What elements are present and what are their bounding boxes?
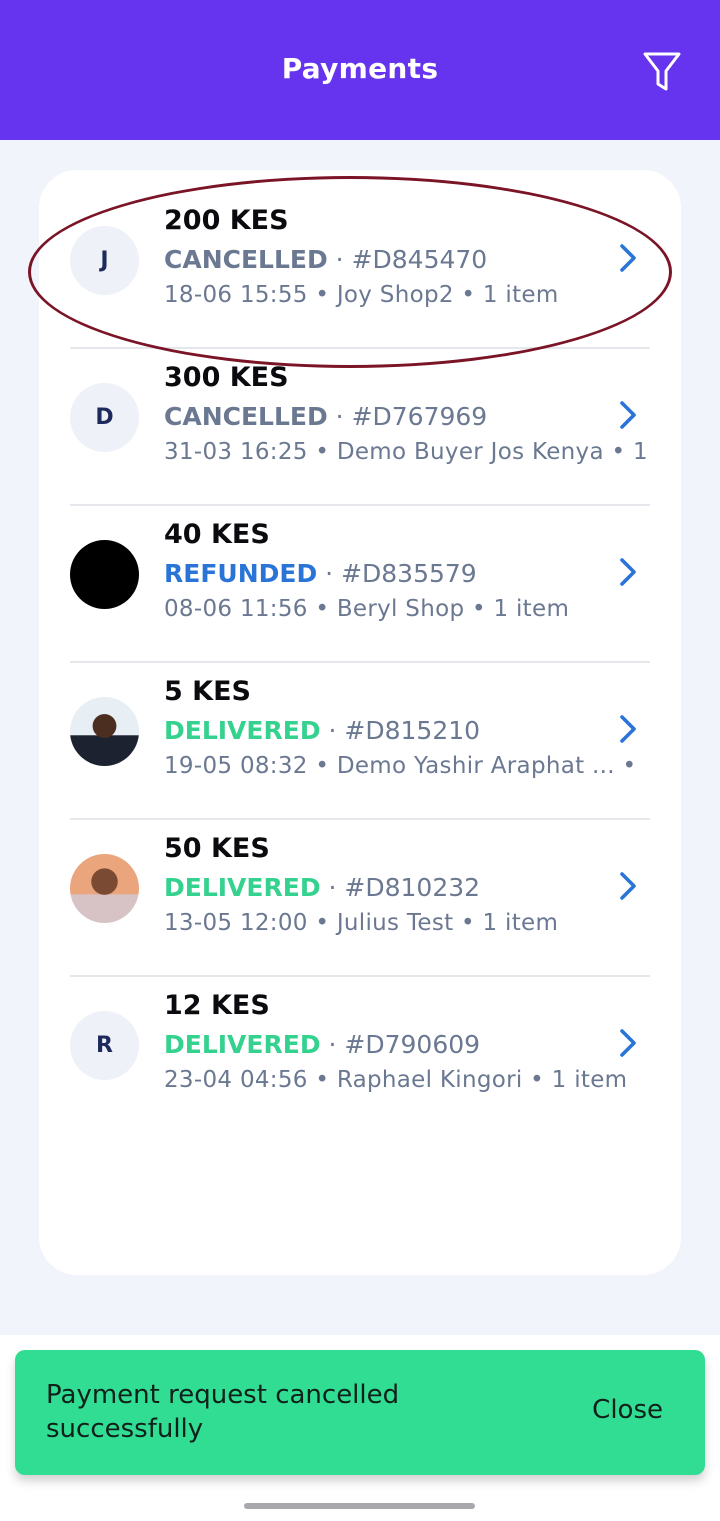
payment-amount: 50 KES: [164, 833, 270, 864]
toast-message: Payment request cancelled successfully: [46, 1380, 400, 1444]
payment-row[interactable]: D 300 KES CANCELLED · #D767969 31-03 16:…: [70, 349, 650, 506]
payment-row[interactable]: R 12 KES DELIVERED · #D790609 23-04 04:5…: [70, 977, 650, 1134]
status-line: DELIVERED · #D790609: [164, 1030, 480, 1059]
separator: ·: [317, 559, 342, 588]
toast-notification: Payment request cancelled successfully C…: [15, 1350, 705, 1475]
order-id: #D767969: [351, 402, 488, 431]
separator: ·: [320, 1030, 345, 1059]
status-badge: DELIVERED: [164, 873, 321, 902]
status-badge: REFUNDED: [164, 559, 318, 588]
order-id: #D835579: [341, 559, 477, 588]
order-id: #D815210: [344, 716, 481, 745]
payment-row[interactable]: 40 KES REFUNDED · #D835579 08-06 11:56 •…: [70, 506, 650, 663]
order-id: #D810232: [344, 873, 481, 902]
avatar: J: [70, 226, 139, 295]
order-id: #D845470: [351, 245, 488, 274]
chevron-right-icon: [620, 715, 636, 743]
status-badge: CANCELLED: [164, 245, 328, 274]
avatar-photo: [70, 854, 139, 923]
filter-icon: [643, 52, 681, 91]
status-line: REFUNDED · #D835579: [164, 559, 477, 588]
avatar: [70, 540, 139, 609]
toast-close-button[interactable]: Close: [592, 1395, 663, 1425]
status-badge: DELIVERED: [164, 716, 321, 745]
payment-row[interactable]: 50 KES DELIVERED · #D810232 13-05 12:00 …: [70, 820, 650, 977]
app-header: Payments: [0, 0, 720, 140]
payment-meta: 13-05 12:00 • Julius Test • 1 item: [164, 910, 559, 936]
order-id: #D790609: [344, 1030, 481, 1059]
home-indicator[interactable]: [244, 1503, 475, 1509]
status-line: DELIVERED · #D815210: [164, 716, 480, 745]
payment-amount: 5 KES: [164, 676, 251, 707]
payment-amount: 12 KES: [164, 990, 270, 1021]
status-line: CANCELLED · #D767969: [164, 402, 487, 431]
separator: ·: [320, 716, 345, 745]
payment-amount: 300 KES: [164, 362, 289, 393]
status-line: DELIVERED · #D810232: [164, 873, 480, 902]
payment-amount: 40 KES: [164, 519, 270, 550]
avatar: R: [70, 1011, 139, 1080]
page-title: Payments: [281, 52, 439, 85]
payment-meta: 08-06 11:56 • Beryl Shop • 1 item: [164, 596, 570, 622]
separator: ·: [327, 245, 352, 274]
filter-button[interactable]: [636, 46, 688, 98]
separator: ·: [327, 402, 352, 431]
chevron-right-icon: [620, 1029, 636, 1057]
status-badge: DELIVERED: [164, 1030, 321, 1059]
separator: ·: [320, 873, 345, 902]
status-badge: CANCELLED: [164, 402, 328, 431]
payment-row[interactable]: J 200 KES CANCELLED · #D845470 18-06 15:…: [70, 192, 650, 349]
payment-meta: 19-05 08:32 • Demo Yashir Araphat ... •: [164, 753, 637, 779]
status-line: CANCELLED · #D845470: [164, 245, 487, 274]
chevron-right-icon: [620, 244, 636, 272]
avatar: D: [70, 383, 139, 452]
payment-meta: 23-04 04:56 • Raphael Kingori • 1 item: [164, 1067, 628, 1093]
chevron-right-icon: [620, 401, 636, 429]
avatar-photo: [70, 697, 139, 766]
payment-row[interactable]: 5 KES DELIVERED · #D815210 19-05 08:32 •…: [70, 663, 650, 820]
payment-meta: 31-03 16:25 • Demo Buyer Jos Kenya • 1: [164, 439, 648, 465]
chevron-right-icon: [620, 872, 636, 900]
payment-meta: 18-06 15:55 • Joy Shop2 • 1 item: [164, 282, 559, 308]
chevron-right-icon: [620, 558, 636, 586]
payment-amount: 200 KES: [164, 205, 289, 236]
